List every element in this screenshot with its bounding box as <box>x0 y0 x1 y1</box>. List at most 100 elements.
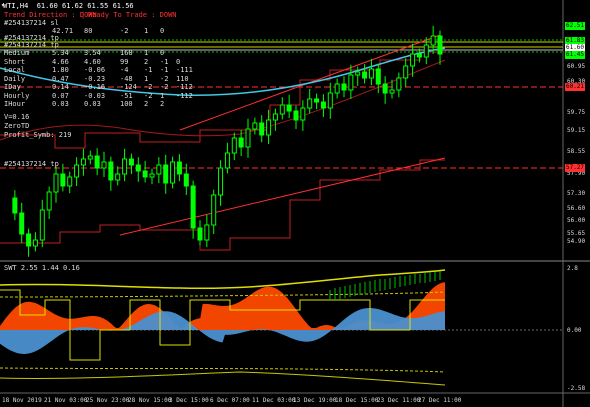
chart-title: WTI,H4 61.60 61.62 61.55 61.56 <box>3 2 134 10</box>
candle-body <box>375 68 381 85</box>
candle-body <box>314 98 320 103</box>
oscillator-title: SWT 2.55 1.44 0.16 <box>4 264 80 272</box>
price-axis-label: 57.30 <box>567 190 586 197</box>
candle-body <box>334 83 340 94</box>
panel-row-cell: Short <box>4 57 26 66</box>
panel-row-cell: -2 <box>160 74 169 83</box>
panel-row-cell: IHour <box>4 100 26 108</box>
time-axis-label: 21 Nov 03:00 <box>44 397 88 404</box>
panel-row-cell: -0.16 <box>84 83 106 91</box>
candle-body <box>108 161 114 181</box>
price-tag: 57.27 <box>565 164 585 172</box>
panel-row-cell: 3.54 <box>84 49 101 57</box>
candle-body <box>368 68 374 79</box>
osc-axis-label: 0.00 <box>567 327 582 334</box>
time-axis-label: 25 Nov 23:00 <box>86 397 130 404</box>
candle-body <box>279 104 285 115</box>
candle-body <box>423 44 429 58</box>
panel-row-cell: -124 <box>120 83 137 91</box>
order-tp-label[interactable]: #254137214 tp <box>4 160 59 168</box>
panel-row-cell: Daily <box>4 74 26 83</box>
panel-row-cell: 1 <box>160 91 165 100</box>
panel-row-cell: 1 <box>144 49 149 57</box>
candle-body <box>224 152 230 169</box>
panel-row-cell: -51 <box>120 91 133 100</box>
panel-row-cell: 0.14 <box>52 83 69 91</box>
time-axis-label: 6 Dec 07:00 <box>210 397 250 404</box>
candle-body <box>115 173 121 181</box>
osc-lower-band <box>0 371 446 386</box>
separator-pipe: | <box>81 11 86 19</box>
panel-row-cell: 1 <box>144 74 149 83</box>
time-axis-label: 27 Dec 11:00 <box>418 397 462 404</box>
order-line-tp-2[interactable]: #254137214 tp <box>4 41 59 49</box>
candle-body <box>259 122 265 136</box>
candle-body <box>26 233 32 247</box>
time-axis-label: 3 Dec 15:00 <box>169 397 209 404</box>
candlestick-series <box>12 25 443 257</box>
panel-row-cell: -1 <box>160 57 169 66</box>
panel-row-cell: -111 <box>176 66 193 74</box>
candle-body <box>101 161 107 169</box>
price-axis-label: 59.15 <box>567 127 586 134</box>
header-cell: 0 <box>160 27 165 35</box>
order-line-sl[interactable]: #254137214 sl <box>4 19 59 27</box>
candle-body <box>122 158 128 175</box>
candle-body <box>211 194 217 226</box>
dropdown-arrow-icon[interactable]: ▾ <box>1 2 5 9</box>
candle-body <box>176 161 182 175</box>
panel-row-cell: 100 <box>120 100 133 108</box>
panel-row-cell: -0.03 <box>84 91 106 100</box>
panel-row-cell: 1.80 <box>52 66 69 74</box>
panel-row-cell: -0.23 <box>84 74 106 83</box>
panel-row-cell: -112 <box>176 83 193 91</box>
candle-body <box>190 185 196 229</box>
candle-body <box>74 164 80 178</box>
candle-body <box>355 71 361 76</box>
price-axis-label: 54.90 <box>567 238 586 245</box>
price-axis-label: 60.95 <box>567 63 586 70</box>
ready-to-trade-text: Ready To Trade : DOWN <box>88 11 177 19</box>
price-axis-label: 59.75 <box>567 109 586 116</box>
panel-row-cell: -4 <box>120 66 129 74</box>
time-axis-label: 18 Nov 2019 <box>2 397 42 404</box>
candle-body <box>403 65 409 79</box>
candle-body <box>80 158 86 166</box>
price-axis-label: 55.65 <box>567 230 586 237</box>
time-axis-label: 18 Dec 15:00 <box>335 397 379 404</box>
candle-body <box>396 77 402 91</box>
candle-body <box>183 173 189 187</box>
candle-body <box>238 137 244 148</box>
candle-body <box>327 92 333 109</box>
panel-row-cell: 0.03 <box>84 100 101 108</box>
osc-upper-band <box>0 269 446 289</box>
panel-row-cell: 5.34 <box>52 49 69 57</box>
panel-row-cell: 99 <box>120 57 129 66</box>
trend-diagonal-red-1 <box>119 157 446 236</box>
candle-body <box>156 164 162 175</box>
panel-row-cell: -1 <box>160 66 169 74</box>
candle-body <box>60 173 66 187</box>
candle-body <box>163 164 169 184</box>
candle-body <box>382 83 388 94</box>
candle-body <box>12 197 18 214</box>
candle-body <box>197 227 203 241</box>
candle-body <box>272 113 278 121</box>
panel-row-cell: 168 <box>120 49 133 57</box>
price-axis-label: 56.60 <box>567 205 586 212</box>
panel-row-cell: -1 <box>144 66 153 74</box>
header-cell: 1 <box>144 27 149 35</box>
time-axis-label: 13 Dec 19:00 <box>293 397 337 404</box>
price-axis-label: 58.55 <box>567 148 586 155</box>
price-tag: 60.21 <box>565 83 585 91</box>
panel-row-cell: 4.66 <box>52 57 69 66</box>
header-cell: 42.71 <box>52 27 74 35</box>
candle-body <box>437 35 443 55</box>
candle-body <box>293 110 299 121</box>
price-tag: 61.45 <box>565 51 585 59</box>
candle-body <box>32 239 38 247</box>
panel-row-cell: Local <box>4 66 26 74</box>
osc-mid-band <box>0 291 446 298</box>
candle-body <box>320 101 326 109</box>
panel-row-cell: 0 <box>160 49 165 57</box>
